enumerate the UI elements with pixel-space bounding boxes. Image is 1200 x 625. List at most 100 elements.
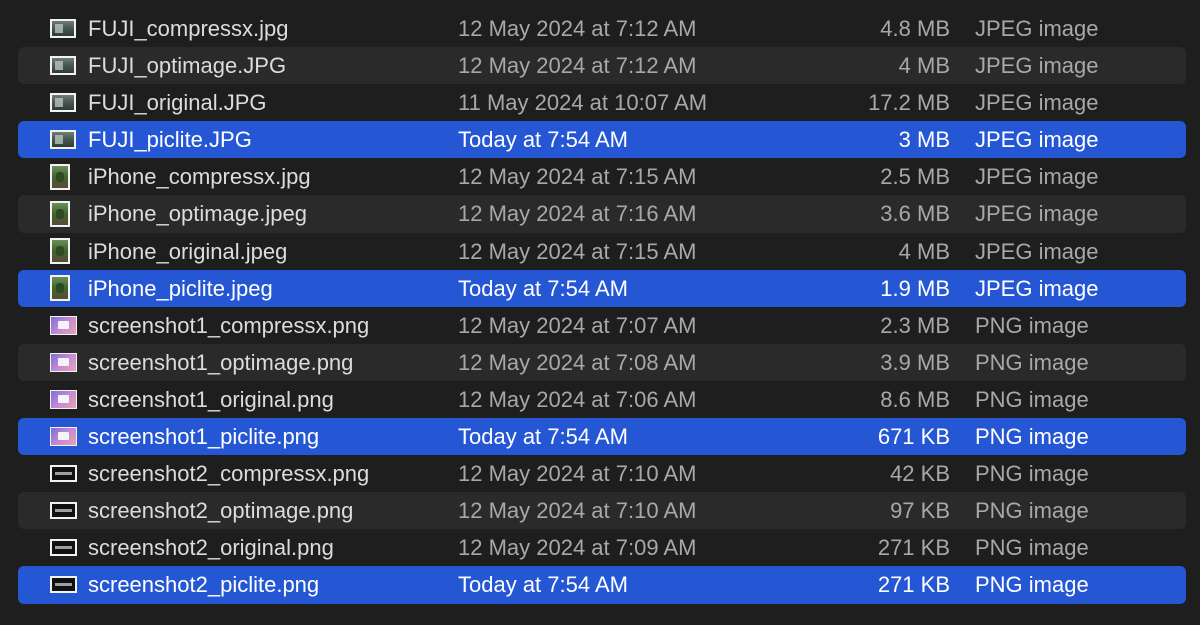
file-kind: PNG image: [975, 424, 1089, 450]
file-icon-slot: [50, 121, 88, 158]
file-kind: PNG image: [975, 312, 1089, 338]
file-kind: JPEG image: [975, 201, 1099, 227]
file-kind: JPEG image: [975, 164, 1099, 190]
file-row-3[interactable]: FUJI_original.JPG 11 May 2024 at 10:07 A…: [18, 84, 1186, 121]
file-kind: JPEG image: [975, 90, 1099, 116]
file-date-modified: Today at 7:54 AM: [458, 275, 628, 301]
file-kind: JPEG image: [975, 16, 1099, 41]
file-row-4[interactable]: FUJI_piclite.JPG Today at 7:54 AM 3 MB J…: [18, 121, 1186, 159]
file-name: screenshot1_piclite.png: [88, 424, 320, 450]
screenshot-pink-icon: [50, 315, 77, 335]
screenshot-pink-icon: [50, 352, 77, 372]
file-size: 4.8 MB: [880, 16, 950, 41]
file-name: screenshot2_piclite.png: [88, 572, 320, 598]
file-kind: PNG image: [975, 349, 1089, 375]
file-list: FUJI_compressx.jpg 12 May 2024 at 7:12 A…: [0, 10, 1200, 604]
file-date-modified: 12 May 2024 at 7:12 AM: [458, 16, 697, 41]
file-size: 271 KB: [877, 535, 950, 561]
file-icon-slot: [50, 10, 88, 47]
photo-portrait-icon: [50, 201, 70, 228]
file-name: screenshot1_optimage.png: [88, 349, 354, 375]
file-date-modified: 12 May 2024 at 7:15 AM: [458, 238, 697, 264]
file-size: 97 KB: [890, 498, 950, 524]
file-name: iPhone_optimage.jpeg: [88, 201, 307, 227]
file-icon-slot: [50, 84, 88, 121]
file-name: iPhone_original.jpeg: [88, 238, 288, 264]
file-row-9[interactable]: screenshot1_compressx.png 12 May 2024 at…: [18, 307, 1186, 344]
file-date-modified: 12 May 2024 at 7:15 AM: [458, 164, 697, 190]
file-name: FUJI_piclite.JPG: [88, 127, 252, 153]
file-row-15[interactable]: screenshot2_original.png 12 May 2024 at …: [18, 529, 1186, 566]
file-kind: PNG image: [975, 386, 1089, 412]
photo-landscape-icon: [50, 19, 76, 39]
file-kind: JPEG image: [975, 238, 1099, 264]
photo-portrait-icon: [50, 238, 70, 265]
file-size: 3.9 MB: [880, 349, 950, 375]
screenshot-pink-icon: [50, 389, 77, 409]
file-date-modified: 12 May 2024 at 7:06 AM: [458, 386, 697, 412]
file-kind: PNG image: [975, 498, 1089, 524]
file-kind: PNG image: [975, 572, 1089, 598]
file-row-10[interactable]: screenshot1_optimage.png 12 May 2024 at …: [18, 343, 1186, 381]
file-icon-slot: [50, 47, 88, 84]
photo-portrait-icon: [50, 163, 70, 190]
file-row-5[interactable]: iPhone_compressx.jpg 12 May 2024 at 7:15…: [18, 158, 1186, 195]
screenshot-dark-icon: [50, 576, 77, 594]
file-row-8[interactable]: iPhone_piclite.jpeg Today at 7:54 AM 1.9…: [18, 269, 1186, 307]
file-row-1[interactable]: FUJI_compressx.jpg 12 May 2024 at 7:12 A…: [18, 10, 1186, 47]
file-name: screenshot2_compressx.png: [88, 461, 370, 487]
file-kind: JPEG image: [975, 275, 1099, 301]
file-date-modified: Today at 7:54 AM: [458, 572, 628, 598]
photo-landscape-icon: [50, 130, 76, 150]
file-date-modified: 11 May 2024 at 10:07 AM: [458, 90, 708, 116]
file-icon-slot: [50, 566, 89, 603]
file-size: 42 KB: [890, 461, 950, 487]
file-date-modified: 12 May 2024 at 7:10 AM: [458, 461, 697, 487]
file-kind: PNG image: [975, 461, 1089, 487]
photo-landscape-icon: [50, 56, 76, 76]
file-name: screenshot1_original.png: [88, 386, 334, 412]
file-name: FUJI_compressx.jpg: [88, 16, 289, 41]
file-row-12[interactable]: screenshot1_piclite.png Today at 7:54 AM…: [18, 418, 1186, 456]
file-row-11[interactable]: screenshot1_original.png 12 May 2024 at …: [18, 381, 1186, 418]
file-date-modified: 12 May 2024 at 7:07 AM: [458, 312, 697, 338]
file-icon-slot: [50, 233, 85, 270]
screenshot-pink-icon: [50, 427, 77, 447]
file-size: 1.9 MB: [880, 275, 950, 301]
file-row-2[interactable]: FUJI_optimage.JPG 12 May 2024 at 7:12 AM…: [18, 47, 1186, 85]
file-date-modified: Today at 7:54 AM: [458, 424, 628, 450]
file-size: 2.5 MB: [880, 164, 950, 190]
screenshot-dark-icon: [50, 465, 77, 483]
file-icon-slot: [50, 492, 89, 529]
file-kind: JPEG image: [975, 127, 1099, 153]
file-icon-slot: [50, 158, 85, 195]
file-name: FUJI_optimage.JPG: [88, 53, 287, 79]
file-name: iPhone_piclite.jpeg: [88, 275, 273, 301]
file-icon-slot: [50, 270, 85, 307]
file-icon-slot: [50, 344, 89, 381]
file-date-modified: 12 May 2024 at 7:16 AM: [458, 201, 697, 227]
file-size: 671 KB: [877, 424, 950, 450]
file-date-modified: Today at 7:54 AM: [458, 127, 628, 153]
file-icon-slot: [50, 418, 89, 455]
file-name: screenshot2_original.png: [88, 535, 334, 561]
file-row-14[interactable]: screenshot2_optimage.png 12 May 2024 at …: [18, 492, 1186, 530]
file-size: 17.2 MB: [868, 90, 950, 116]
screenshot-dark-icon: [50, 502, 77, 520]
file-name: FUJI_original.JPG: [88, 90, 267, 116]
photo-landscape-icon: [50, 93, 76, 113]
file-size: 3.6 MB: [880, 201, 950, 227]
file-size: 2.3 MB: [880, 312, 950, 338]
file-icon-slot: [50, 529, 89, 566]
file-row-16[interactable]: screenshot2_piclite.png Today at 7:54 AM…: [18, 566, 1186, 604]
file-icon-slot: [50, 381, 89, 418]
screenshot-dark-icon: [50, 539, 77, 557]
file-date-modified: 12 May 2024 at 7:08 AM: [458, 349, 697, 375]
file-icon-slot: [50, 455, 89, 492]
file-icon-slot: [50, 195, 85, 232]
file-row-13[interactable]: screenshot2_compressx.png 12 May 2024 at…: [18, 455, 1186, 492]
file-size: 8.6 MB: [880, 386, 950, 412]
file-row-6[interactable]: iPhone_optimage.jpeg 12 May 2024 at 7:16…: [18, 195, 1186, 233]
file-size: 4 MB: [898, 53, 950, 79]
file-row-7[interactable]: iPhone_original.jpeg 12 May 2024 at 7:15…: [18, 233, 1186, 270]
